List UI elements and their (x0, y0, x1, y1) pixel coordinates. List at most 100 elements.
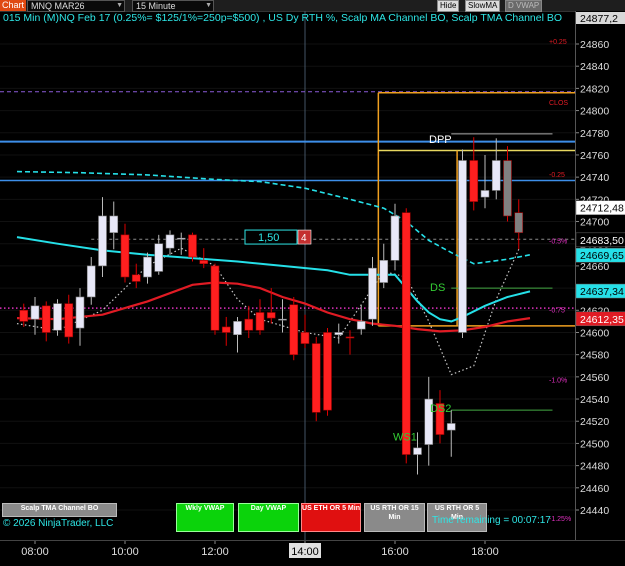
price-tick-label: 24760 (580, 150, 609, 162)
price-axis[interactable]: 24860 24840 24820 24800 24780 24760 24740 24720… (575, 11, 625, 540)
pct-label: -0.5% (549, 239, 567, 246)
candle-body (289, 304, 299, 355)
price-chart[interactable]: 1,50 4 DPP DS DS2 WS1 CLOS +0.25 -0.25 -0.5% -0.75… (0, 11, 575, 540)
time-tick-label: 18:00 (471, 546, 499, 558)
price-tick-label: 24800 (580, 106, 609, 118)
price-tick-label: 24860 (580, 39, 609, 51)
wkly-vwap-button[interactable]: Wkly VWAP (176, 503, 234, 532)
candle-body (311, 343, 321, 413)
price-tag-label: 24669,65 (580, 250, 624, 262)
candle-body (300, 332, 310, 344)
price-tick-label: 24660 (580, 261, 609, 273)
top-price-tag-label: 24877,2 (580, 13, 618, 25)
candle-body (390, 215, 400, 261)
scalp-tma-channel-bo-button[interactable]: Scalp TMA Channel BO (2, 503, 117, 517)
candle-body (323, 332, 332, 411)
pct-label: -0.25 (549, 172, 565, 179)
chevron-down-icon: ▼ (116, 2, 123, 9)
price-tag-label: 24637,34 (580, 286, 624, 298)
us-rth-or-15-min-button[interactable]: US RTH OR 15 Min (364, 503, 425, 532)
candle-body (154, 243, 164, 272)
candle-body (64, 303, 74, 338)
time-axis[interactable]: 08:00 10:00 12:00 14:00 16:00 18:00 (0, 540, 625, 561)
price-tick-label: 24560 (580, 372, 609, 384)
order-count-text: 4 (301, 233, 307, 244)
interval-value: 15 Minute (136, 1, 176, 11)
candle-body (176, 237, 186, 240)
candle-body (30, 305, 40, 320)
candle-body (356, 321, 366, 330)
candle-body (401, 212, 411, 455)
order-qty-text: 1,50 (258, 232, 279, 244)
price-tick-label: 24540 (580, 394, 609, 406)
candle-body (199, 260, 209, 264)
time-tick-label: 16:00 (381, 546, 409, 558)
time-tick-label: 08:00 (21, 546, 49, 558)
candle-body (109, 215, 119, 233)
time-remaining: Time remaining = 00:07:17 (432, 515, 551, 526)
price-tick-label: 24600 (580, 327, 609, 339)
candle-body (446, 423, 456, 431)
candle-body (413, 447, 422, 455)
ws1-label: WS1 (393, 431, 417, 443)
candle-body (143, 256, 152, 278)
instrument-value: MNQ MAR26 (31, 1, 85, 11)
chart-title: 015 Min (M)NQ Feb 17 (0.25%= $125/1%=250… (3, 12, 563, 24)
candle-body (75, 296, 85, 329)
pct-label: -1.0% (549, 377, 567, 384)
price-tag-label: 24683,50 (580, 235, 624, 247)
close-pct-label: CLOS (549, 100, 568, 107)
candle-body (379, 260, 389, 283)
candle-body (41, 305, 51, 333)
price-tick-label: 24480 (580, 461, 609, 473)
candle-body (131, 274, 141, 282)
price-tick-label: 24440 (580, 505, 609, 517)
candle-body (491, 160, 501, 191)
candle-body (255, 312, 265, 331)
time-tick-label: 14:00 (291, 546, 319, 558)
candle-body (233, 321, 242, 335)
candle-body (480, 190, 490, 198)
price-tick-label: 24580 (580, 350, 609, 362)
dpp-label: DPP (429, 134, 452, 146)
day-vwap-button[interactable]: Day VWAP (238, 503, 299, 532)
candle-body (86, 265, 96, 298)
candle-body (514, 212, 524, 233)
candle-body (244, 318, 254, 331)
candle-body (278, 318, 287, 321)
chevron-down-icon: ▼ (205, 2, 212, 9)
candle-body (188, 234, 197, 258)
price-tag-label: 24712,48 (580, 203, 624, 215)
price-tick-label: 24700 (580, 217, 609, 229)
candle-body (334, 332, 344, 335)
time-axis-scale: 08:00 10:00 12:00 14:00 16:00 18:00 (21, 541, 499, 558)
candle-body (210, 265, 220, 331)
candle-body (469, 160, 479, 202)
price-tick-label: 24840 (580, 61, 609, 73)
pct-label: -0.75 (549, 308, 565, 315)
price-tick-label: 24520 (580, 416, 609, 428)
price-chart-area[interactable]: 1,50 4 DPP DS DS2 WS1 CLOS +0.25 -0.25 -0.5% -0.75… (0, 11, 575, 540)
time-tick-label: 12:00 (201, 546, 229, 558)
price-tick-label: 24500 (580, 438, 609, 450)
pct-label: +0.25 (549, 39, 567, 46)
pct-label: -1.25% (549, 516, 571, 523)
candle-body (221, 326, 231, 333)
candle-body (98, 215, 107, 267)
candle-body (503, 160, 512, 217)
order-marker[interactable]: 1,50 4 (244, 229, 312, 245)
candle-body (53, 303, 62, 331)
candle-body (19, 309, 29, 322)
price-tick-label: 24820 (580, 83, 609, 95)
chart-menu-button[interactable]: Chart (0, 0, 26, 11)
price-tick-label: 24740 (580, 172, 609, 184)
candle-body (368, 267, 377, 320)
candle-body (458, 160, 467, 333)
time-tick-label: 10:00 (111, 546, 139, 558)
price-tick-label: 24780 (580, 128, 609, 140)
candle-body (345, 336, 355, 339)
ds-label: DS (430, 282, 445, 294)
price-axis-scale: 2486024840248202480024780247602474024720… (575, 12, 625, 517)
ds2-label: DS2 (430, 403, 451, 415)
us-eth-or-5-min-button[interactable]: US ETH OR 5 Min (301, 503, 361, 532)
